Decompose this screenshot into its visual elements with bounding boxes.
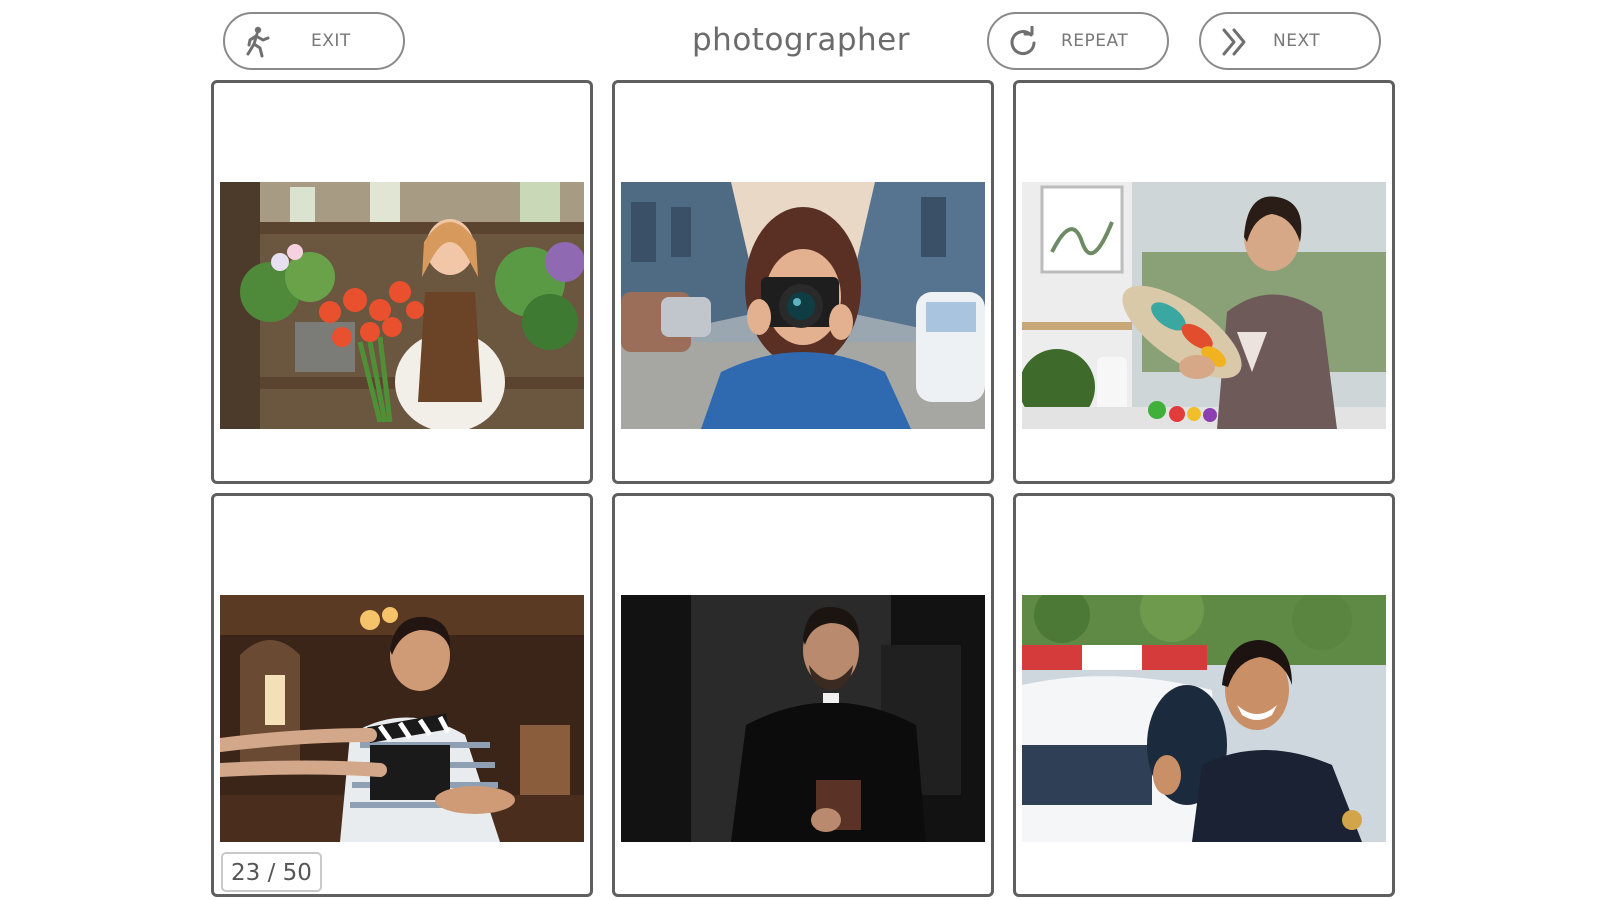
double-chevron-right-icon	[1219, 26, 1251, 58]
next-label: NEXT	[1273, 31, 1321, 51]
painter-photo	[1022, 182, 1386, 429]
answer-card-3[interactable]	[1013, 80, 1395, 484]
answer-card-2[interactable]	[612, 80, 994, 484]
answer-card-6[interactable]	[1013, 493, 1395, 897]
refresh-icon	[1007, 26, 1039, 58]
quiz-screen: EXIT photographer REPEAT NEXT 23 / 50	[0, 0, 1599, 900]
police-officer-photo	[1022, 595, 1386, 842]
photographer-photo	[621, 182, 985, 429]
exit-button[interactable]: EXIT	[223, 12, 405, 70]
answer-card-4[interactable]	[211, 493, 593, 897]
answer-card-5[interactable]	[612, 493, 994, 897]
progress-counter: 23 / 50	[221, 852, 322, 892]
answer-card-1[interactable]	[211, 80, 593, 484]
priest-photo	[621, 595, 985, 842]
repeat-button[interactable]: REPEAT	[987, 12, 1169, 70]
film-director-photo	[220, 595, 584, 842]
next-button[interactable]: NEXT	[1199, 12, 1381, 70]
target-word: photographer	[692, 22, 910, 58]
running-person-icon	[243, 26, 275, 58]
exit-label: EXIT	[311, 31, 351, 51]
florist-photo	[220, 182, 584, 429]
repeat-label: REPEAT	[1061, 31, 1129, 51]
